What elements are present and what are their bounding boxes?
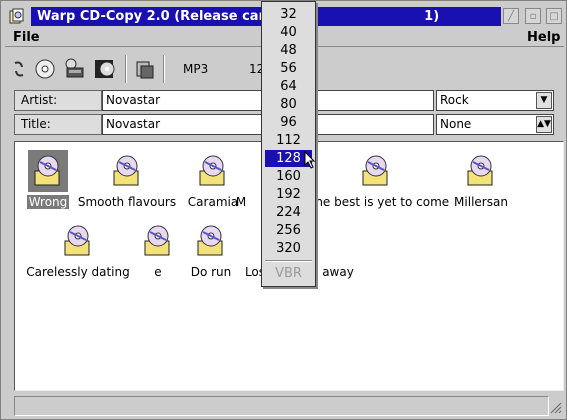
main-window: Warp CD-Copy 2.0 (Release candixxxxxxxxx… — [0, 0, 567, 420]
bitrate-option[interactable]: 40 — [265, 24, 312, 41]
dropdown-divider — [265, 260, 312, 262]
track-item[interactable]: away — [313, 220, 363, 279]
artist-label: Artist: — [14, 90, 102, 111]
refresh-icon[interactable] — [7, 57, 31, 81]
app-system-menu-icon[interactable] — [5, 5, 29, 28]
bitrate-option[interactable]: 56 — [265, 60, 312, 77]
copy-cd-icon[interactable] — [93, 57, 117, 81]
cd-track-icon — [191, 220, 231, 262]
cd-track-icon — [107, 150, 147, 192]
bitrate-option-vbr: VBR — [275, 266, 302, 281]
genre-value: Rock — [440, 93, 469, 107]
bitrate-dropdown[interactable]: 32 40 48 56 64 80 96 112 128 160 192 224… — [261, 1, 316, 287]
genre-combo[interactable]: Rock ▼ — [436, 90, 554, 111]
eject-cd-icon[interactable] — [63, 57, 87, 81]
cd-track-icon — [58, 220, 98, 262]
encode-icon[interactable] — [133, 57, 157, 81]
toolbar-divider — [163, 55, 165, 83]
second-combo-value: None — [440, 117, 472, 131]
cd-track-icon — [356, 150, 396, 192]
cd-track-icon — [28, 150, 68, 192]
bitrate-option[interactable]: 192 — [265, 186, 312, 203]
track-item[interactable]: The best is yet to come — [306, 150, 449, 209]
cd-icon[interactable] — [33, 57, 57, 81]
menu-file[interactable]: File — [13, 30, 40, 45]
restore-icon[interactable]: ▫ — [525, 8, 541, 24]
hide-icon[interactable]: ╱ — [503, 8, 519, 24]
track-item[interactable]: Millersan — [426, 150, 536, 209]
format-label[interactable]: MP3 — [183, 62, 208, 76]
chevron-down-icon[interactable]: ▼ — [536, 92, 552, 109]
toolbar-divider — [125, 55, 127, 83]
maximize-icon[interactable]: □ — [546, 8, 562, 24]
bitrate-option[interactable]: 224 — [265, 204, 312, 221]
bitrate-option[interactable]: 64 — [265, 78, 312, 95]
bitrate-option[interactable]: 96 — [265, 114, 312, 131]
mouse-pointer-icon — [304, 150, 316, 172]
bitrate-option[interactable]: 320 — [265, 240, 312, 257]
bitrate-option[interactable]: 80 — [265, 96, 312, 113]
track-name: Do run — [190, 265, 232, 279]
cd-track-icon — [461, 150, 501, 192]
bitrate-option[interactable]: 32 — [265, 6, 312, 23]
status-bar — [14, 396, 549, 416]
track-name: M — [235, 195, 247, 209]
track-name: Wrong — [26, 195, 70, 209]
track-name: away — [322, 265, 354, 279]
second-combo[interactable]: None ▲▼ — [436, 114, 554, 135]
bitrate-option[interactable]: 112 — [265, 132, 312, 149]
bitrate-option[interactable]: 256 — [265, 222, 312, 239]
bitrate-option[interactable]: 48 — [265, 42, 312, 59]
resize-grip-icon[interactable] — [549, 399, 563, 415]
spin-icon[interactable]: ▲▼ — [536, 116, 552, 133]
track-name: Millersan — [454, 195, 508, 209]
title-label: Title: — [14, 114, 102, 135]
menu-help[interactable]: Help — [527, 30, 560, 45]
